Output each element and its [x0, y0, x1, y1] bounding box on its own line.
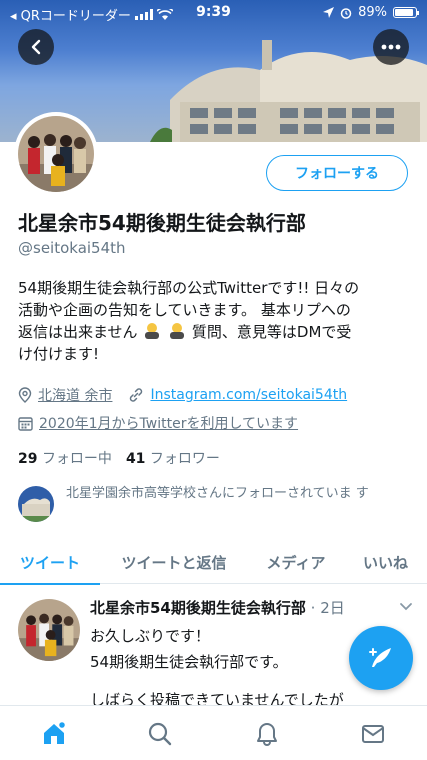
profile-handle: @seitokai54th — [18, 239, 126, 257]
profile-join-date: 2020年1月からTwitterを利用しています — [39, 416, 299, 432]
profile-tabs: ツイート ツイートと返信 メディア いいね — [0, 540, 427, 585]
followers-label: フォロワー — [149, 451, 220, 467]
tweet-text: お久しぶりです！ 54期後期生徒会執行部です。 しばらく投稿できていませんでした… — [90, 623, 344, 705]
tweet-line: 54期後期生徒会執行部です。 — [90, 653, 288, 671]
bio-line: け付けます! — [18, 345, 100, 363]
location-pin-icon — [18, 387, 32, 403]
nav-notifications[interactable] — [253, 720, 281, 748]
tweet-menu-button[interactable] — [399, 597, 413, 616]
tab-media[interactable]: メディア — [248, 540, 344, 584]
followers-count-link[interactable]: 41 フォロワー — [126, 448, 220, 468]
home-icon — [44, 720, 67, 744]
profile-location-link-row: 北海道 余市 Instagram.com/seitokai54th — [18, 385, 347, 405]
profile-avatar-image — [18, 116, 94, 192]
followers-count: 41 — [125, 451, 146, 467]
follow-counts: 29 フォロー中 41 フォロワー — [18, 448, 220, 468]
calendar-icon — [18, 416, 33, 431]
battery-percent: 89% — [358, 5, 387, 20]
tab-likes[interactable]: いいね — [344, 540, 427, 584]
profile-location: 北海道 余市 — [38, 388, 113, 404]
back-arrow-icon — [31, 39, 41, 55]
profile-join-date-row: 2020年1月からTwitterを利用しています — [18, 413, 298, 433]
tab-label: いいね — [362, 553, 408, 572]
nav-messages[interactable] — [359, 720, 387, 748]
tab-label: ツイート — [19, 553, 80, 572]
nav-search[interactable] — [146, 720, 174, 748]
profile-avatar[interactable] — [14, 112, 98, 196]
bell-icon — [257, 723, 277, 746]
link-icon — [130, 388, 143, 402]
tweet-line: お久しぶりです！ — [90, 627, 211, 645]
following-label: フォロー中 — [41, 451, 112, 467]
followed-by-text: 北星学園余市高等学校さんにフォローされていま す — [66, 486, 369, 501]
tweet-time: · 2日 — [310, 599, 345, 617]
bio-line: 54期後期生徒会執行部の公式Twitterです!! 日々の — [18, 279, 360, 297]
more-dots-icon — [381, 44, 401, 50]
bio-line: 活動や企画の告知をしていきます。 基本リプへの — [18, 301, 351, 319]
back-button[interactable] — [18, 29, 54, 65]
chevron-down-icon — [400, 603, 412, 611]
bio-text: 返信は出来ません — [18, 323, 138, 341]
profile-name: 北星余市54期後期生徒会執行部 — [18, 211, 306, 235]
tweet-header: 北星余市54期後期生徒会執行部 · 2日 — [90, 597, 345, 618]
profile-bio: 54期後期生徒会執行部の公式Twitterです!! 日々の 活動や企画の告知をし… — [18, 277, 414, 365]
bio-text: 質問、意見等はDMで受 — [191, 323, 352, 341]
bottom-navigation — [0, 705, 427, 760]
bowing-person-emoji-icon — [145, 323, 160, 339]
profile-website-link[interactable]: Instagram.com/seitokai54th — [150, 387, 347, 403]
tweet-author-name[interactable]: 北星余市54期後期生徒会執行部 — [90, 599, 306, 617]
follow-button[interactable]: フォローする — [266, 155, 408, 191]
location-services-icon — [323, 7, 335, 18]
tab-label: ツイートと返信 — [121, 553, 227, 572]
more-options-button[interactable] — [373, 29, 409, 65]
tweet-author-avatar[interactable] — [18, 599, 80, 661]
following-count: 29 — [18, 451, 38, 467]
mail-icon — [362, 725, 384, 743]
following-count-link[interactable]: 29 フォロー中 — [18, 448, 112, 468]
followed-by-row[interactable]: 北星学園余市高等学校さんにフォローされていま す — [18, 484, 413, 522]
tab-tweets-and-replies[interactable]: ツイートと返信 — [100, 540, 248, 584]
search-icon — [148, 722, 172, 746]
follower-avatar — [18, 486, 54, 522]
battery-icon — [393, 7, 419, 18]
tweet-line: しばらく投稿できていませんでしたが — [90, 691, 344, 705]
compose-tweet-button[interactable] — [349, 626, 413, 690]
nav-home[interactable] — [40, 720, 68, 748]
compose-tweet-icon — [369, 648, 391, 667]
bio-line: 返信は出来ません 質問、意見等はDMで受 — [18, 321, 414, 343]
alarm-icon — [340, 7, 352, 19]
status-bar: ◂ QRコードリーダー 9:39 89% — [0, 0, 427, 26]
tab-label: メディア — [266, 553, 326, 572]
tab-tweets[interactable]: ツイート — [0, 540, 100, 585]
bowing-person-emoji-icon — [170, 323, 185, 339]
